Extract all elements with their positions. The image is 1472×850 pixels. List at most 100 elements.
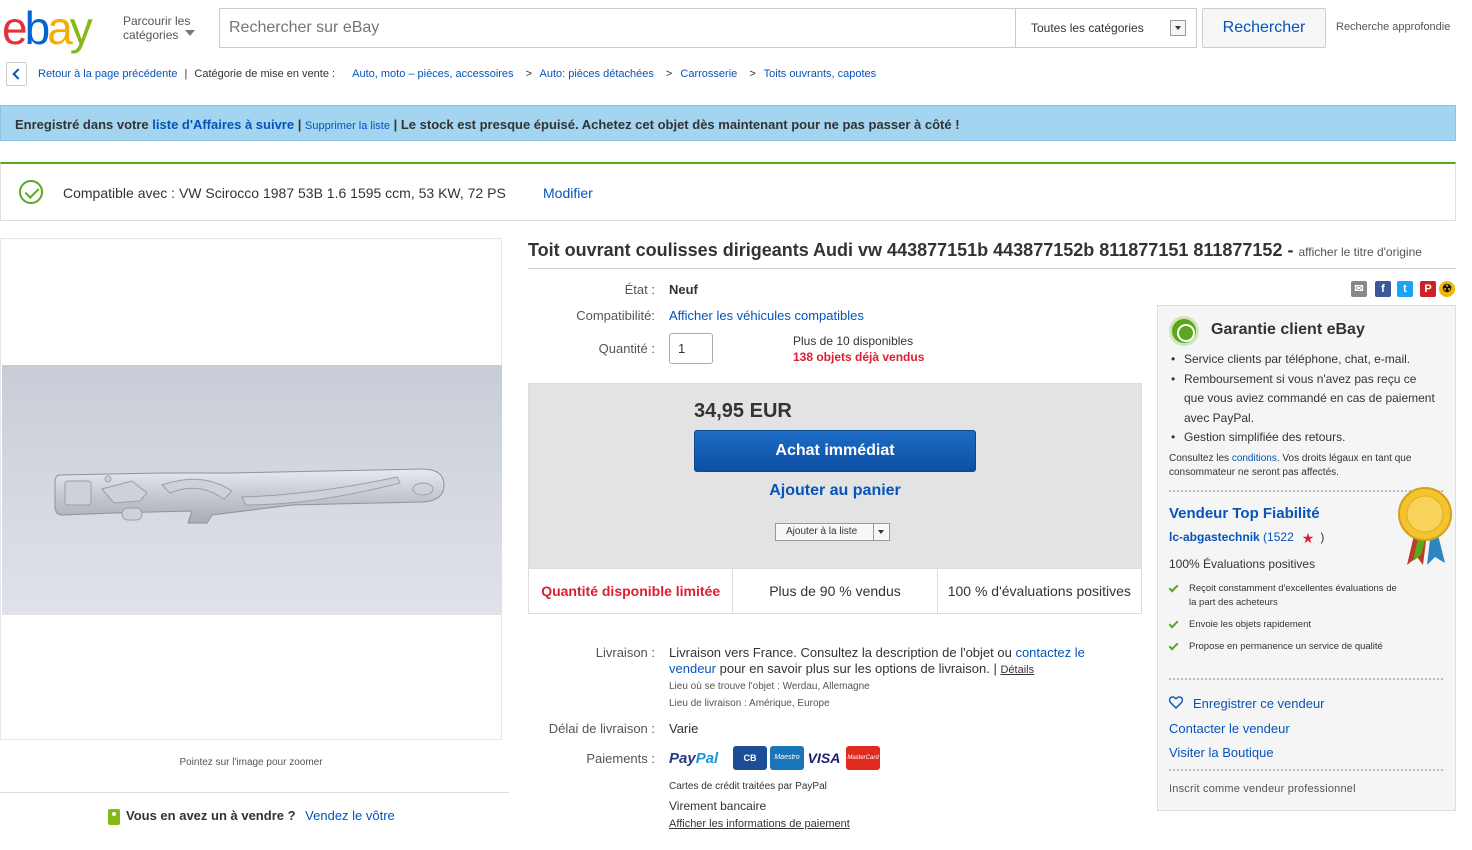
visit-store-link[interactable]: Visiter la Boutique: [1169, 745, 1274, 760]
watchlist-link[interactable]: liste d'Affaires à suivre: [152, 117, 294, 132]
quantity-input[interactable]: [669, 333, 713, 364]
sell-one-prompt: Vous en avez un à vendre ? Vendez le vôt…: [108, 808, 395, 825]
category-select[interactable]: Toutes les catégories: [1015, 9, 1196, 47]
original-title-link[interactable]: afficher le titre d'origine: [1298, 245, 1421, 259]
advanced-search-link[interactable]: Recherche approfondie: [1336, 21, 1450, 33]
contact-seller-link[interactable]: Contacter le vendeur: [1169, 721, 1290, 736]
image-panel[interactable]: [0, 238, 502, 740]
list-item: Gestion simplifiée des retours.: [1169, 428, 1439, 448]
delivery-value: Varie: [669, 721, 699, 736]
pro-seller-note: Inscrit comme vendeur professionnel: [1169, 783, 1356, 795]
check-icon: [1168, 640, 1179, 651]
compat-vehicle: VW Scirocco 1987 53B 1.6 1595 ccm, 53 KW…: [178, 185, 506, 201]
visa-card-icon: VISA: [807, 746, 841, 770]
ships-to: Lieu de livraison : Amérique, Europe: [669, 698, 830, 709]
remove-watch-link[interactable]: Supprimer la liste: [305, 120, 390, 132]
product-photo[interactable]: [2, 365, 502, 615]
divider: [1169, 769, 1443, 771]
compatible-vehicles-link[interactable]: Afficher les véhicules compatibles: [669, 308, 864, 323]
email-icon[interactable]: ✉: [1351, 281, 1367, 297]
condition-value: Neuf: [669, 282, 698, 297]
top-rated-seal-icon: [1397, 487, 1453, 567]
browse-categories-button[interactable]: Parcourir les catégories: [123, 14, 195, 42]
available-count: Plus de 10 disponibles: [793, 334, 914, 348]
stat-limited: Quantité disponible limitée: [529, 569, 734, 613]
positive-feedback: 100% Évaluations positives: [1169, 557, 1316, 571]
condition-label: État :: [624, 282, 655, 297]
back-link[interactable]: Retour à la page précédente: [38, 68, 177, 80]
save-seller-link[interactable]: Enregistrer ce vendeur: [1169, 696, 1325, 711]
item-title: Toit ouvrant coulisses dirigeants Audi v…: [528, 240, 1422, 260]
breadcrumb-item[interactable]: Auto: pièces détachées: [540, 68, 654, 80]
conditions-link[interactable]: conditions: [1232, 453, 1277, 464]
sunroof-guide-image: [54, 468, 445, 524]
breadcrumb-item[interactable]: Toits ouvrants, capotes: [764, 68, 877, 80]
header: ebay Parcourir les catégories Toutes les…: [0, 0, 1472, 56]
breadcrumb-item[interactable]: Carrosserie: [680, 68, 737, 80]
dropdown-arrow-icon: [1170, 20, 1186, 36]
back-arrow-icon[interactable]: [6, 62, 27, 86]
list-item: Remboursement si vous n'avez pas reçu ce…: [1169, 370, 1439, 429]
seller-perks: Reçoit constamment d'excellentes évaluat…: [1168, 582, 1399, 662]
add-to-watchlist-button[interactable]: Ajouter à la liste: [775, 523, 890, 541]
payments-label: Paiements :: [586, 751, 655, 766]
pinterest-icon[interactable]: P: [1420, 281, 1436, 297]
mastercard-icon: MasterCard: [846, 746, 880, 770]
breadcrumb-item[interactable]: Auto, moto – pièces, accessoires: [352, 68, 513, 80]
stat-sold: Plus de 90 % vendus: [733, 569, 938, 613]
list-item: Service clients par téléphone, chat, e-m…: [1169, 350, 1439, 370]
item-stats: Quantité disponible limitée Plus de 90 %…: [528, 568, 1142, 614]
divider: [0, 792, 509, 793]
heart-icon: [1169, 696, 1183, 709]
sell-yours-link[interactable]: Vendez le vôtre: [305, 808, 395, 823]
modify-vehicle-link[interactable]: Modifier: [543, 185, 593, 201]
shipping-label: Livraison :: [595, 645, 655, 660]
chevron-down-icon: [185, 30, 195, 36]
guarantee-title: Garantie client eBay: [1211, 321, 1365, 338]
item-location: Lieu où se trouve l'objet : Werdau, Alle…: [669, 681, 870, 692]
seller-info: lc-abgastechnik (1522 ★): [1169, 530, 1325, 546]
twitter-icon[interactable]: t: [1397, 281, 1413, 297]
check-icon: [1168, 618, 1179, 629]
zoom-hint: Pointez sur l'image pour zoomer: [179, 757, 323, 768]
bank-transfer: Virement bancaire: [669, 799, 767, 813]
delivery-label: Délai de livraison :: [548, 721, 655, 736]
guarantee-list: Service clients par téléphone, chat, e-m…: [1169, 350, 1439, 448]
handshake-icon: [1169, 316, 1199, 346]
maestro-card-icon: Maestro: [770, 746, 804, 770]
price-tag-icon: [108, 808, 120, 825]
quantity-label: Quantité :: [598, 341, 655, 356]
list-item: Propose en permanence un service de qual…: [1168, 640, 1399, 654]
divider: [528, 268, 1456, 269]
card-note: Cartes de crédit traitées par PayPal: [669, 781, 827, 792]
more-share-icon[interactable]: ☢: [1439, 281, 1455, 297]
search-button[interactable]: Rechercher: [1202, 8, 1326, 48]
price: 34,95 EUR: [694, 400, 792, 422]
list-item: Envoie les objets rapidement: [1168, 618, 1399, 632]
buy-now-button[interactable]: Achat immédiat: [694, 430, 976, 472]
cb-card-icon: CB: [733, 746, 767, 770]
buy-box: [528, 383, 1142, 569]
check-icon: [1168, 582, 1179, 593]
payment-info-link[interactable]: Afficher les informations de paiement: [669, 818, 850, 830]
compatibility-bar: Compatible avec : VW Scirocco 1987 53B 1…: [0, 162, 1456, 221]
search-input[interactable]: [220, 9, 1015, 47]
shipping-details-link[interactable]: Détails: [1000, 664, 1034, 676]
star-icon: ★: [1301, 530, 1315, 546]
seller-name[interactable]: lc-abgastechnik: [1169, 530, 1260, 544]
divider: [1169, 678, 1443, 680]
facebook-icon[interactable]: f: [1375, 281, 1391, 297]
compatibility-label: Compatibilité:: [576, 308, 655, 323]
search-bar: Toutes les catégories: [219, 8, 1197, 48]
watchlist-banner: Enregistré dans votre liste d'Affaires à…: [0, 105, 1456, 141]
top-rated-title: Vendeur Top Fiabilité: [1169, 505, 1320, 522]
chevron-down-icon[interactable]: [873, 524, 889, 540]
compat-label: Compatible avec :: [63, 185, 176, 201]
stat-positive: 100 % d'évaluations positives: [947, 583, 1131, 599]
add-to-cart-button[interactable]: Ajouter au panier: [694, 482, 976, 500]
breadcrumb-divider: |: [184, 68, 188, 80]
check-circle-icon: [19, 180, 43, 204]
feedback-score[interactable]: (1522: [1263, 530, 1294, 544]
ebay-logo[interactable]: ebay: [2, 2, 93, 54]
category-label: Catégorie de mise en vente :: [194, 68, 336, 80]
